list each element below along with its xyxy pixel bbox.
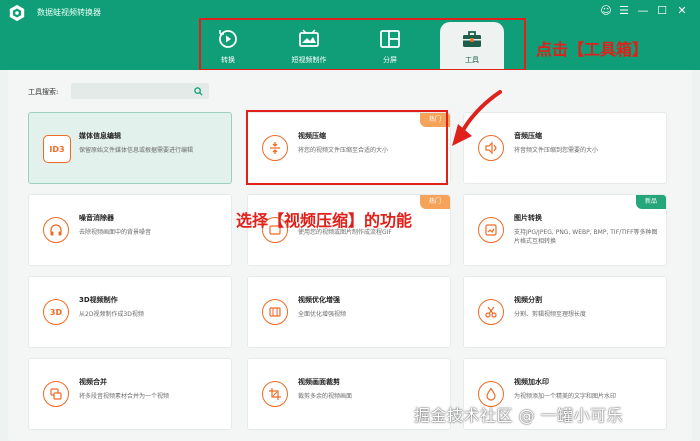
tool-card-media-info[interactable]: ID3 媒体信息编辑 保留原始文件媒体信息或根据需要进行编辑: [28, 112, 232, 184]
search-input[interactable]: [71, 83, 209, 99]
tool-title: 媒体信息编辑: [79, 132, 121, 140]
tool-title: 视频画面裁剪: [298, 378, 340, 386]
new-badge: 新品: [636, 195, 666, 209]
search-icon[interactable]: [194, 87, 203, 96]
tool-title: 3D视频制作: [79, 296, 118, 304]
maximize-icon[interactable]: ☐: [655, 4, 669, 18]
tab-hint-text: 点击【工具箱】: [536, 40, 649, 59]
menu-icon[interactable]: ☰: [617, 4, 631, 18]
tool-desc: 全面优化增强视频: [298, 311, 347, 318]
tool-title: 图片转换: [514, 214, 542, 222]
site-watermark: 掘金技术社区 @ 一罐小可乐: [414, 406, 624, 425]
3d-icon: 3D: [43, 299, 69, 325]
merge-icon: [43, 381, 69, 407]
tool-card-noise-remover[interactable]: 噪音消除器 去除视频画面中的背景噪音: [28, 194, 232, 266]
card-hint-text: 选择【视频压缩】的功能: [236, 211, 413, 230]
tool-card-video-split[interactable]: 视频分割 分割、剪辑视频至理想长度: [463, 276, 667, 348]
headphones-icon: [43, 217, 69, 243]
tool-title: 视频合并: [79, 378, 107, 386]
tool-title: 视频优化增强: [298, 296, 340, 304]
tool-desc: 裁剪多余的视频画面: [298, 393, 353, 400]
app-logo-icon: [9, 4, 25, 22]
tool-desc: 分割、剪辑视频至理想长度: [514, 311, 587, 318]
tool-title: 视频分割: [514, 296, 542, 304]
tool-title: 音频压缩: [514, 132, 542, 140]
hot-badge: 热门: [420, 195, 450, 209]
tool-card-3d-maker[interactable]: 3D 3D视频制作 从2D视频制作成3D视频: [28, 276, 232, 348]
tool-card-video-merge[interactable]: 视频合并 将多段音视频素材合并为一个视频: [28, 358, 232, 430]
annotation-arrow-icon: [452, 90, 502, 146]
enhance-icon: [262, 299, 288, 325]
id3-icon: ID3: [43, 135, 71, 163]
tool-desc: 将多段音视频素材合并为一个视频: [79, 393, 170, 400]
tool-title: 噪音消除器: [79, 214, 114, 222]
tool-card-video-enhance[interactable]: 视频优化增强 全面优化增强视频: [247, 276, 451, 348]
minimize-icon[interactable]: —: [636, 4, 650, 18]
image-convert-icon: [478, 217, 504, 243]
app-title: 数据蛙视频转换器: [37, 8, 101, 17]
card-highlight-box: [246, 110, 448, 185]
feedback-icon[interactable]: ☺: [599, 4, 613, 18]
search-label: 工具搜索:: [28, 88, 59, 96]
crop-icon: [262, 381, 288, 407]
close-icon[interactable]: ✕: [675, 4, 689, 18]
tool-desc: 去除视频画面中的背景噪音: [79, 229, 152, 236]
tool-desc: 支持JPG/JPEG, PNG, WEBP, BMP, TIF/TIFF等多种图…: [514, 229, 658, 245]
tool-desc: 保留原始文件媒体信息或根据需要进行编辑: [79, 147, 194, 154]
tool-title: 视频加水印: [514, 378, 549, 386]
tab-highlight-box: [199, 18, 526, 71]
tool-card-image-convert[interactable]: 图片转换 支持JPG/JPEG, PNG, WEBP, BMP, TIF/TIF…: [463, 194, 667, 266]
tool-desc: 为视频添加一个精美的文字和图片水印: [514, 393, 617, 400]
tool-desc: 将音频文件压缩到您需要的大小: [514, 147, 599, 154]
scissors-icon: [478, 299, 504, 325]
tool-desc: 从2D视频制作成3D视频: [79, 311, 144, 318]
